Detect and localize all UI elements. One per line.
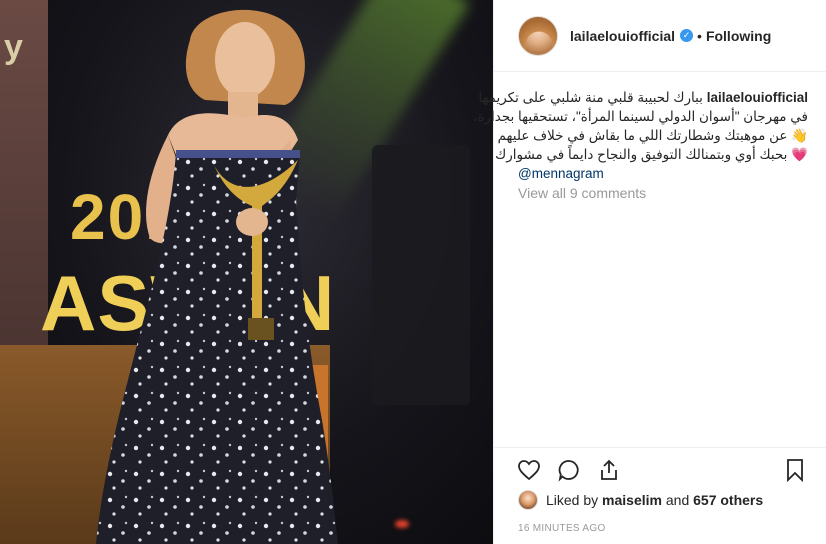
share-icon[interactable] <box>596 457 622 483</box>
caption-line-2: في مهرجان "أسوان الدولي لسينما المرأة"، … <box>473 109 808 124</box>
verified-badge-icon: ✓ <box>680 29 694 42</box>
view-all-comments-link[interactable]: View all 9 comments <box>518 185 646 201</box>
liker-username[interactable]: maiselim <box>602 492 662 508</box>
following-button[interactable]: Following <box>706 28 771 44</box>
caption-line-4: 💗 بحبك أوي وبتمنالك التوفيق والنجاح دايم… <box>495 147 808 162</box>
actions-divider <box>494 447 826 448</box>
caption-line-1: lailaelouiofficial ببارك لحبيبة قلبي منة… <box>478 88 808 107</box>
liker-avatar[interactable] <box>518 490 538 510</box>
likes-count-link[interactable]: 657 others <box>693 492 763 508</box>
author-avatar[interactable] <box>518 15 558 56</box>
caption-username[interactable]: lailaelouiofficial <box>707 90 808 105</box>
likes-middle: and <box>665 492 690 508</box>
likes-summary: Liked by maiselim and 657 others <box>518 490 763 510</box>
caption-line-3: 👋 عن موهبتك وشطارتك اللي ما بقاش في خلاف… <box>497 128 808 143</box>
post-header: lailaelouiofficial ✓ • Following <box>494 0 826 72</box>
caption-line-1-text: ببارك لحبيبة قلبي منة شلبي على تكريمها <box>478 90 703 105</box>
header-separator: • <box>697 27 702 44</box>
caption-mention-link[interactable]: @mennagram <box>518 164 808 183</box>
heart-icon[interactable] <box>516 457 542 483</box>
post-caption: lailaelouiofficial ببارك لحبيبة قلبي منة… <box>473 88 808 183</box>
comment-icon[interactable] <box>556 457 582 483</box>
likes-prefix: Liked by <box>546 492 599 508</box>
post-timestamp[interactable]: 16 MINUTES AGO <box>518 523 606 534</box>
photo-woman-with-award <box>96 9 338 544</box>
post-photo[interactable]: y 2019 ASWAN <box>0 0 493 544</box>
author-username[interactable]: lailaelouiofficial <box>570 28 675 44</box>
post-details-panel: lailaelouiofficial ✓ • Following lailael… <box>473 0 826 544</box>
bookmark-icon[interactable] <box>782 457 808 483</box>
